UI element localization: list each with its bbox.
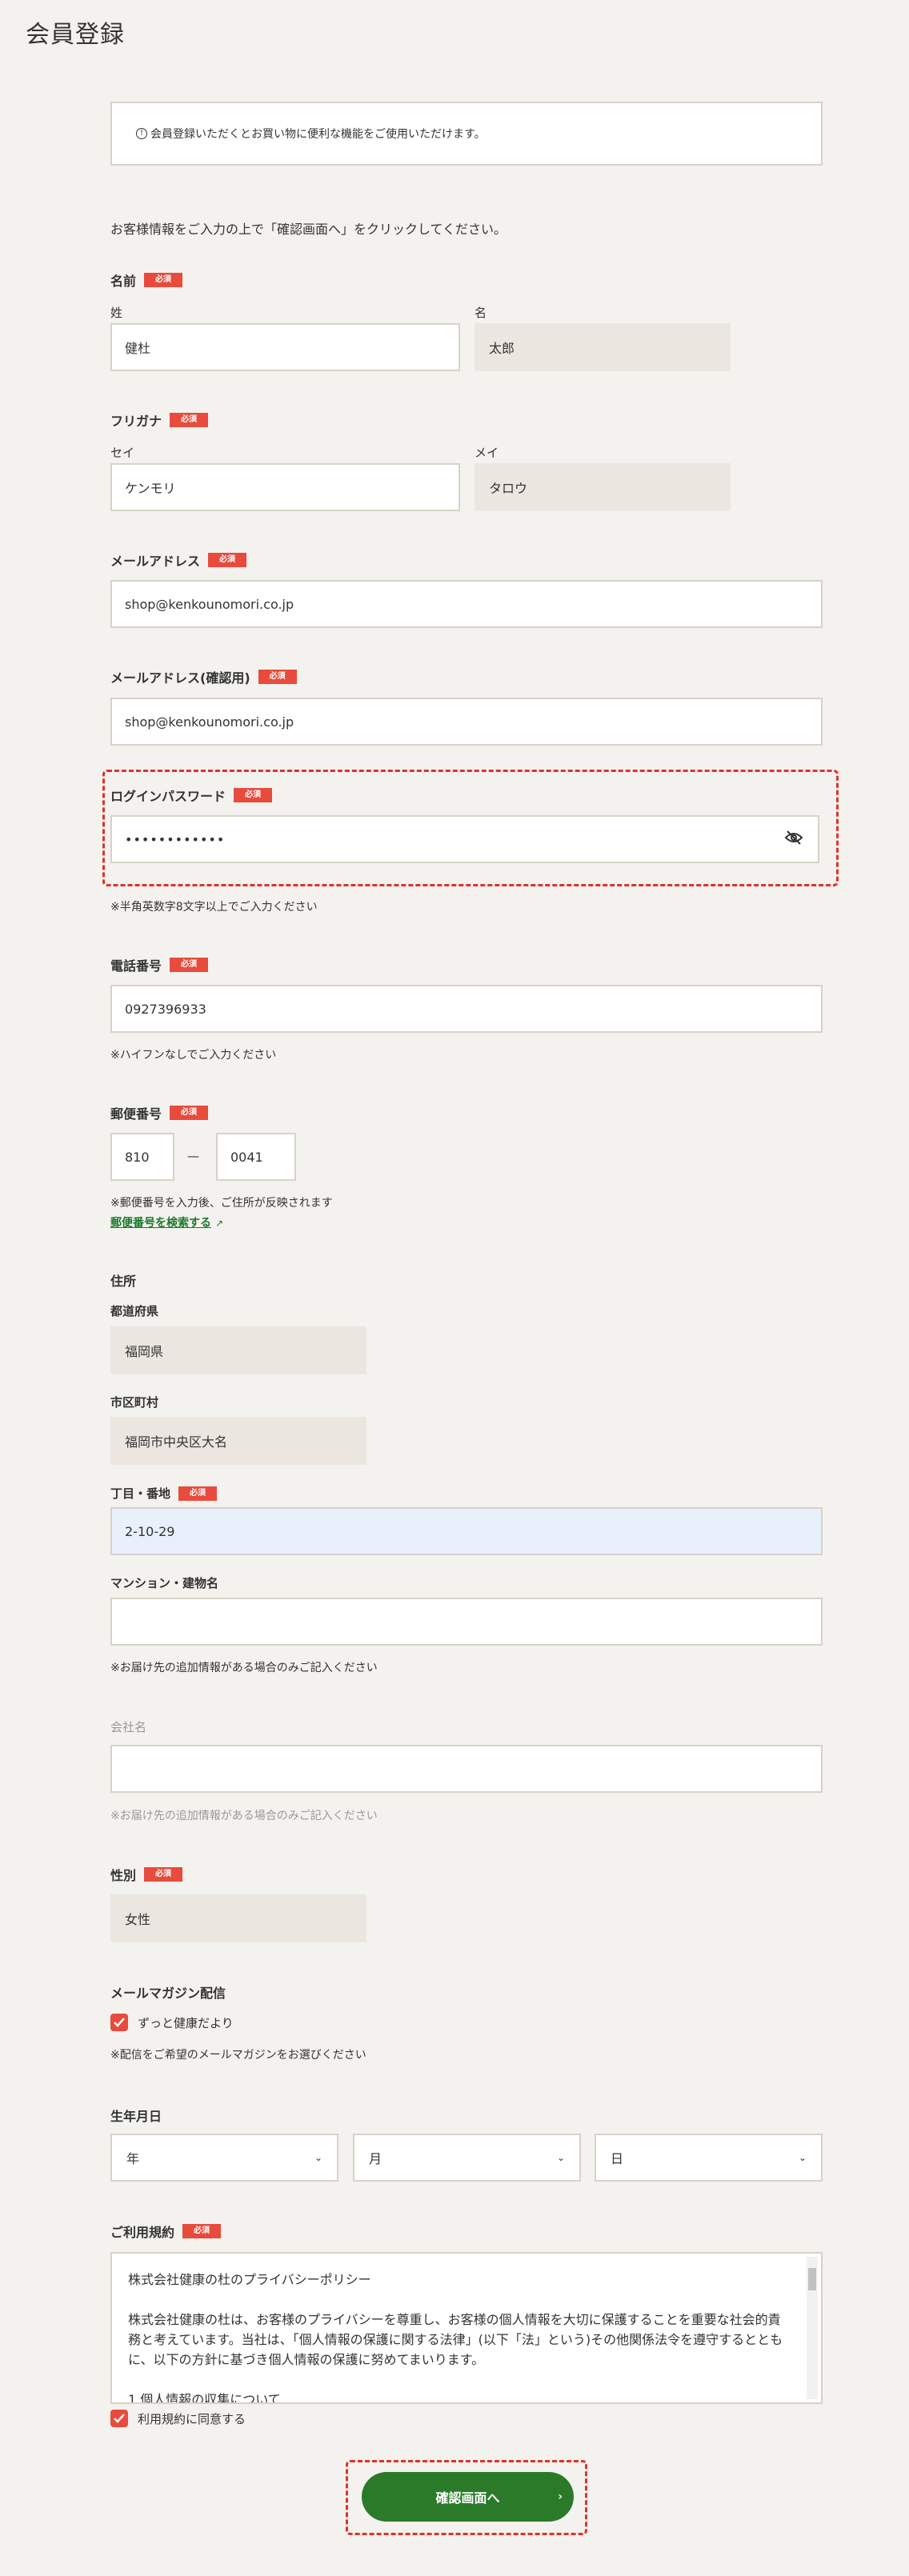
first-name-input[interactable]: 太郎 [475,323,731,371]
postal-note: ※郵便番号を入力後、ご住所が反映されます [110,1197,333,1210]
terms-scrollbox[interactable]: 株式会社健康の杜のプライバシーポリシー 株式会社健康の杜は、お客様のプライバシー… [110,2252,823,2404]
kana-first-input[interactable]: タロウ [475,463,731,511]
postal-first-input[interactable]: 810 [110,1133,174,1181]
terms-agree-option[interactable]: 利用規約に同意する [110,2410,246,2427]
newsletter-option-label: ずっと健康だより [138,2015,234,2030]
first-name-label: 名 [475,306,487,320]
name-label: 名前 必須 [110,270,183,290]
gender-select[interactable]: 女性 [110,1894,366,1942]
confirm-button[interactable]: 確認画面へ › [362,2472,574,2522]
phone-input[interactable]: 0927396933 [110,985,823,1033]
prefecture-label: 都道府県 [110,1304,159,1318]
street-label: 丁目・番地 必須 [110,1485,218,1502]
required-badge: 必須 [170,413,209,427]
required-badge: 必須 [258,670,297,684]
kana-first-label: メイ [475,446,499,460]
password-note: ※半角英数字8文字以上でご入力ください [110,901,318,914]
password-value: •••••••••••• [125,831,226,847]
last-name-label: 姓 [110,306,123,320]
prefecture-field[interactable]: 福岡県 [110,1326,366,1374]
newsletter-label: メールマガジン配信 [110,1986,226,2001]
birthday-label: 生年月日 [110,2109,162,2124]
terms-agree-label: 利用規約に同意する [138,2411,246,2426]
building-note: ※お届け先の追加情報がある場合のみご記入ください [110,1662,378,1674]
info-icon: ! [136,128,147,139]
required-badge: 必須 [182,2224,222,2238]
required-badge: 必須 [178,1486,218,1501]
info-notice: ! 会員登録いただくとお買い物に便利な機能をご使用いただけます。 [110,102,823,166]
chevron-down-icon: ⌄ [556,2152,565,2163]
terms-label: ご利用規約 必須 [110,2222,222,2241]
terms-section-1: 1.個人情報の収集について [128,2392,281,2404]
page-title: 会員登録 [26,21,125,49]
kana-last-label: セイ [110,446,135,460]
email-label: メールアドレス 必須 [110,550,247,570]
info-notice-text: 会員登録いただくとお買い物に便利な機能をご使用いただけます。 [150,128,486,141]
external-link-icon: ↗ [215,1218,224,1229]
terms-scrollbar-thumb[interactable] [808,2268,816,2290]
newsletter-option[interactable]: ずっと健康だより [110,2014,234,2031]
kana-last-input[interactable]: ケンモリ [110,463,460,511]
password-input[interactable]: •••••••••••• [110,815,819,863]
required-badge: 必須 [144,273,183,287]
postal-label: 郵便番号 必須 [110,1103,209,1122]
phone-note: ※ハイフンなしでご入力ください [110,1049,277,1062]
eye-off-icon[interactable] [784,830,803,849]
building-label: マンション・建物名 [110,1576,219,1590]
address-label: 住所 [110,1274,137,1289]
kana-label: フリガナ 必須 [110,410,209,430]
chevron-down-icon: ⌄ [798,2152,807,2163]
birth-month-select[interactable]: 月 ⌄ [353,2134,581,2182]
email-confirm-input[interactable]: shop@kenkounomori.co.jp [110,698,823,746]
company-note: ※お届け先の追加情報がある場合のみご記入ください [110,1810,378,1822]
checkmark-icon [114,2018,125,2027]
chevron-down-icon: ⌄ [314,2152,322,2163]
email-confirm-label: メールアドレス(確認用) 必須 [110,667,297,686]
city-label: 市区町村 [110,1395,159,1410]
company-input[interactable] [110,1745,823,1793]
required-badge: 必須 [170,1106,209,1120]
gender-label: 性別 必須 [110,1865,183,1884]
postal-separator: — [187,1149,199,1163]
required-badge: 必須 [144,1867,183,1882]
required-badge: 必須 [170,958,209,972]
last-name-input[interactable]: 健杜 [110,323,460,371]
birth-year-select[interactable]: 年 ⌄ [110,2134,338,2182]
city-field[interactable]: 福岡市中央区大名 [110,1417,366,1465]
email-input[interactable]: shop@kenkounomori.co.jp [110,580,823,628]
required-badge: 必須 [234,788,273,802]
postal-second-input[interactable]: 0041 [216,1133,296,1181]
postal-search-link[interactable]: 郵便番号を検索する ↗ [110,1214,223,1230]
password-label: ログインパスワード 必須 [110,786,273,805]
required-badge: 必須 [208,553,247,567]
phone-label: 電話番号 必須 [110,955,209,974]
birth-day-select[interactable]: 日 ⌄ [595,2134,823,2182]
newsletter-note: ※配信をご希望のメールマガジンをお選びください [110,2049,366,2062]
building-input[interactable] [110,1598,823,1646]
street-input[interactable]: 2-10-29 [110,1507,823,1555]
intro-text: お客様情報をご入力の上で「確認画面へ」をクリックしてください。 [110,222,507,237]
terms-agree-checkbox[interactable] [110,2410,128,2427]
chevron-right-icon: › [558,2490,563,2503]
terms-heading: 株式会社健康の杜のプライバシーポリシー [128,2272,371,2287]
terms-body: 株式会社健康の杜は、お客様のプライバシーを尊重し、お客様の個人情報を大切に保護す… [128,2312,783,2367]
checkmark-icon [114,2414,125,2423]
newsletter-checkbox[interactable] [110,2014,128,2031]
company-label: 会社名 [110,1720,147,1734]
